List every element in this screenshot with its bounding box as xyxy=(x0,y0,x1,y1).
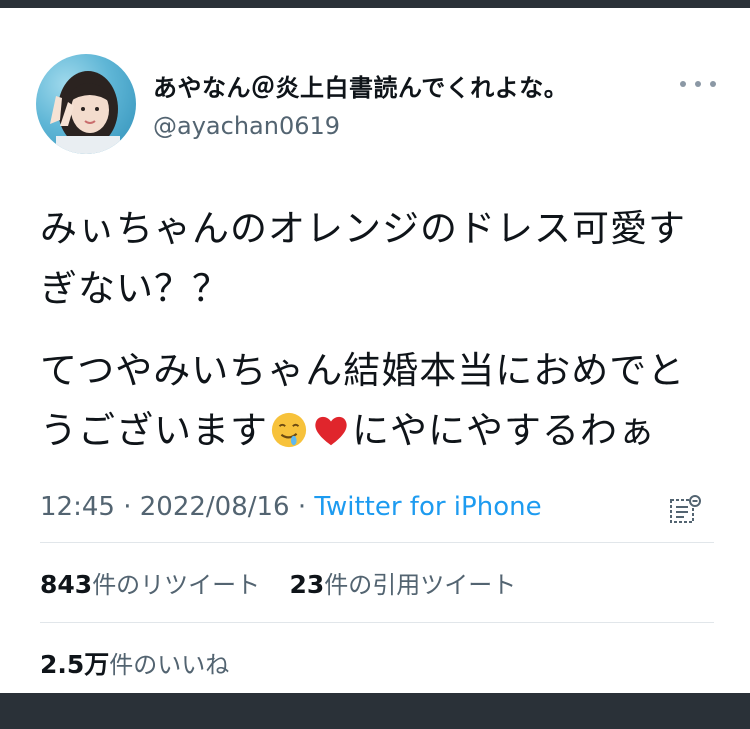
divider xyxy=(40,542,714,543)
bottom-frame-bar xyxy=(0,693,750,729)
tweet-meta: 12:45 · 2022/08/16 · Twitter for iPhone xyxy=(40,492,542,522)
tweet-time[interactable]: 12:45 xyxy=(40,492,115,522)
quotes-stat[interactable]: 23件の引用ツイート xyxy=(289,570,517,599)
divider xyxy=(40,622,714,623)
tweet-analytics-icon[interactable] xyxy=(668,494,702,526)
tweet-text-segment: にやにやするわぁ xyxy=(352,409,656,452)
quotes-count: 23 xyxy=(289,570,325,599)
tweet-card: あやなん＠炎上白書読んでくれよな。 @ayachan0619 みぃちゃんのオレン… xyxy=(0,8,750,693)
more-options-icon[interactable] xyxy=(680,74,716,94)
tweet-date[interactable]: 2022/08/16 xyxy=(140,492,290,522)
top-frame-bar xyxy=(0,0,750,8)
quotes-label: 件の引用ツイート xyxy=(324,571,517,599)
meta-separator: · xyxy=(114,492,140,522)
engagement-stats-row: 843件のリツイート 23件の引用ツイート xyxy=(40,565,516,600)
retweets-count: 843 xyxy=(40,570,93,599)
likes-label: 件のいいね xyxy=(109,651,230,679)
red-heart-emoji xyxy=(315,416,347,446)
display-name[interactable]: あやなん＠炎上白書読んでくれよな。 xyxy=(153,68,568,103)
likes-stat[interactable]: 2.5万件のいいね xyxy=(40,645,229,681)
avatar[interactable] xyxy=(36,54,136,154)
meta-separator: · xyxy=(289,492,315,522)
tweet-source-link[interactable]: Twitter for iPhone xyxy=(314,492,541,522)
tweet-text-line: ぎない？？ xyxy=(40,267,230,310)
tweet-text-line: みぃちゃんのオレンジのドレス可愛す xyxy=(40,207,686,250)
likes-count: 2.5万 xyxy=(40,650,110,679)
tweet-text-line: うございます にやにやするわぁ xyxy=(40,400,656,454)
user-handle[interactable]: @ayachan0619 xyxy=(153,112,340,140)
retweets-label: 件のリツイート xyxy=(92,571,261,599)
avatar-photo xyxy=(50,71,120,154)
tweet-text-segment: うございます xyxy=(40,409,268,452)
tweet-text-line: てつやみいちゃん結婚本当におめでと xyxy=(40,349,686,392)
retweets-stat[interactable]: 843件のリツイート xyxy=(40,570,261,599)
drooling-face-emoji xyxy=(271,412,307,448)
